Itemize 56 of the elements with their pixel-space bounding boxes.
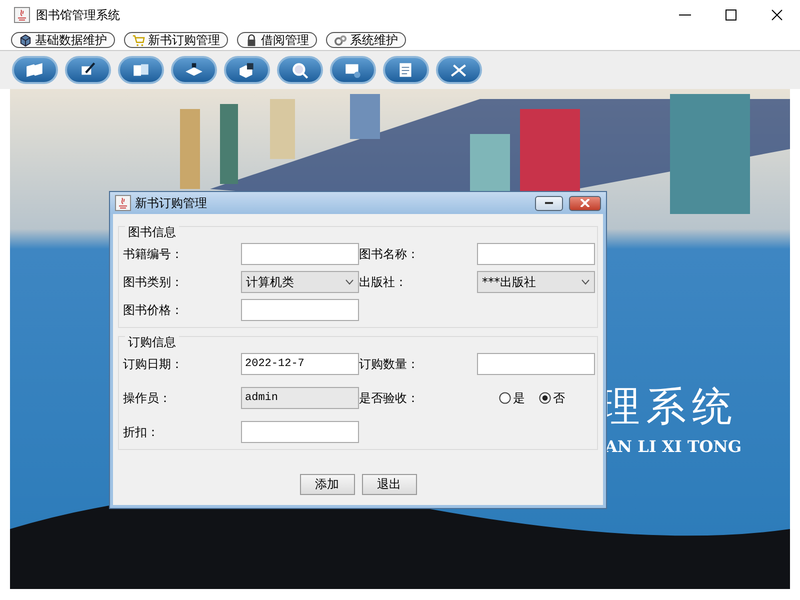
text-field[interactable]	[241, 421, 359, 443]
app-icon	[115, 195, 131, 211]
minimize-icon	[544, 199, 554, 207]
menu-button[interactable]: 系统维护	[326, 32, 406, 48]
menu-button[interactable]: 基础数据维护	[11, 32, 115, 48]
close-icon	[771, 9, 783, 21]
toolbar-button[interactable]	[277, 56, 323, 84]
field-label: 折扣：	[123, 424, 160, 440]
cart-icon	[132, 34, 145, 46]
field-label: 订购数量：	[359, 356, 420, 372]
minimize-button[interactable]	[535, 196, 563, 210]
text-field[interactable]	[241, 243, 359, 265]
radio-label: 否	[553, 390, 565, 406]
group-title: 订购信息	[125, 334, 179, 351]
toolbar-button[interactable]	[65, 56, 111, 84]
radio-button[interactable]	[539, 392, 551, 404]
toolbar-button[interactable]	[330, 56, 376, 84]
dropdown[interactable]: 计算机类	[241, 271, 359, 293]
field-label: 书籍编号：	[123, 246, 184, 262]
lock-icon	[245, 34, 258, 46]
banner-subtitle: AN LI XI TONG	[605, 437, 742, 456]
toolbar-button[interactable]	[224, 56, 270, 84]
radio-label: 是	[513, 390, 525, 406]
field-label: 图书类别：	[123, 274, 184, 290]
window-title: 图书馆管理系统	[36, 6, 120, 24]
dropdown[interactable]: ***出版社	[477, 271, 595, 293]
text-field[interactable]: 2022-12-7	[241, 353, 359, 375]
dialog-title: 新书订购管理	[135, 194, 208, 212]
toolbar-button[interactable]	[383, 56, 429, 84]
field-label: 出版社：	[359, 274, 408, 290]
close-icon	[580, 199, 590, 207]
text-field[interactable]	[241, 299, 359, 321]
toolbar-button[interactable]	[118, 56, 164, 84]
text-field[interactable]	[477, 243, 595, 265]
toolbar-button[interactable]	[12, 56, 58, 84]
text-field[interactable]	[477, 353, 595, 375]
field-label: 图书价格：	[123, 302, 184, 318]
caret-icon	[345, 279, 354, 285]
group-title: 图书信息	[125, 224, 179, 241]
caret-icon	[581, 279, 590, 285]
app-icon	[14, 7, 30, 23]
field-label: 是否验收：	[359, 390, 420, 406]
field-label: 订购日期：	[123, 356, 184, 372]
gears-icon	[334, 34, 347, 46]
menu-button[interactable]: 新书订购管理	[124, 32, 228, 48]
menu-button[interactable]: 借阅管理	[237, 32, 317, 48]
radio-button[interactable]	[499, 392, 511, 404]
field-label: 图书名称：	[359, 246, 420, 262]
field-label: 操作员：	[123, 390, 172, 406]
toolbar-button[interactable]	[436, 56, 482, 84]
maximize-icon	[725, 9, 737, 21]
toolbar-button[interactable]	[171, 56, 217, 84]
close-button[interactable]	[569, 196, 601, 210]
dialog-button[interactable]: 添加	[300, 474, 354, 495]
dialog-button[interactable]: 退出	[362, 474, 416, 495]
cube-icon	[19, 34, 32, 46]
